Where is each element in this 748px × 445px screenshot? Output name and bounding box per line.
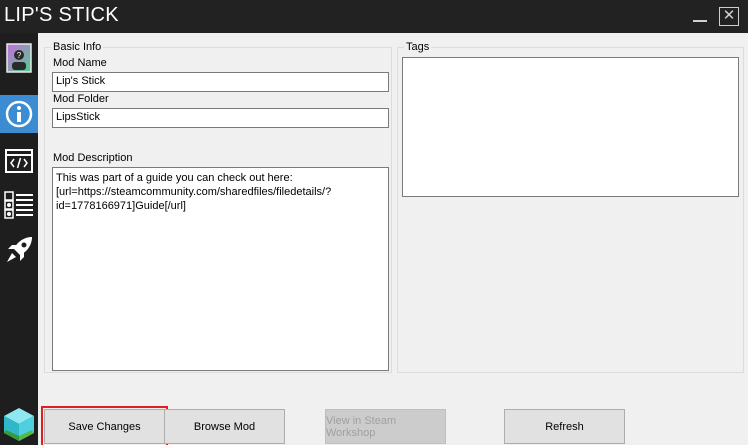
mod-description-label: Mod Description: [53, 152, 133, 164]
mod-name-label: Mod Name: [53, 57, 107, 69]
sidebar-item-publish[interactable]: [0, 231, 38, 269]
sidebar-item-list[interactable]: [0, 186, 38, 224]
minimize-button[interactable]: [690, 7, 710, 26]
info-icon: [5, 100, 33, 128]
sidebar: ?: [0, 33, 38, 445]
save-changes-button[interactable]: Save Changes: [41, 406, 168, 445]
tags-field[interactable]: [402, 57, 739, 197]
sidebar-item-code[interactable]: [0, 142, 38, 180]
mod-folder-field[interactable]: LipsStick: [52, 108, 389, 128]
tags-legend: Tags: [406, 41, 430, 53]
rocket-icon: [7, 237, 32, 262]
close-button[interactable]: ✕: [719, 7, 739, 26]
basic-info-legend: Basic Info: [53, 41, 102, 53]
main-panel: Basic Info Mod Name Lip's Stick Mod Fold…: [38, 33, 748, 445]
view-in-workshop-button[interactable]: View in Steam Workshop: [325, 409, 446, 444]
mod-folder-label: Mod Folder: [53, 93, 109, 105]
mod-name-field[interactable]: Lip's Stick: [52, 72, 389, 92]
list-icon: [4, 191, 33, 219]
window-title: LIP'S STICK: [4, 4, 119, 26]
code-icon: [5, 149, 33, 173]
title-bar: LIP'S STICK ✕: [0, 0, 748, 33]
sidebar-item-info[interactable]: [0, 95, 38, 133]
sidebar-item-preview[interactable]: ?: [0, 39, 38, 77]
refresh-button[interactable]: Refresh: [504, 409, 625, 444]
mod-preview-icon: ?: [6, 43, 32, 73]
mod-description-field[interactable]: This was part of a guide you can check o…: [52, 167, 389, 371]
browse-mod-button[interactable]: Browse Mod: [164, 409, 285, 444]
svg-text:?: ?: [17, 51, 22, 60]
sidebar-item-cube[interactable]: [0, 405, 38, 443]
cube-icon: [4, 408, 34, 441]
